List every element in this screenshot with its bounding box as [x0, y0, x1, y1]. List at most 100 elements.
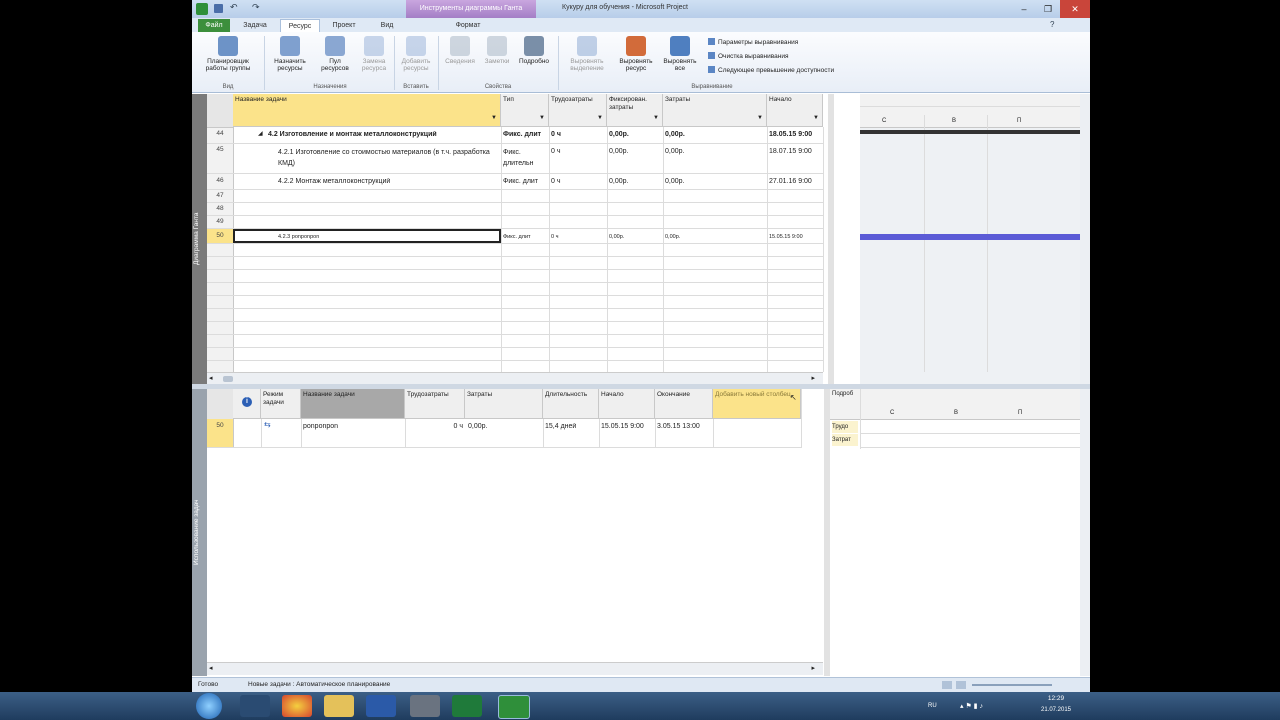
replace-resource-button[interactable]: Замена ресурса: [356, 36, 392, 72]
view-bar-usage[interactable]: Использование задач: [192, 389, 207, 676]
task-bar[interactable]: [860, 234, 1080, 240]
tab-resource[interactable]: Ресурс: [280, 19, 320, 33]
clear-leveling-button[interactable]: Очистка выравнивания: [708, 52, 788, 61]
col-header-start[interactable]: Начало: [599, 389, 655, 419]
task-work-cell[interactable]: 0 ч: [551, 148, 605, 156]
select-all-corner[interactable]: [207, 94, 233, 128]
task-type-cell[interactable]: Фикс. длительн: [503, 147, 547, 169]
redo-icon[interactable]: ↷: [252, 2, 260, 13]
task-start-cell[interactable]: 15.05.15 9:00: [601, 423, 654, 431]
col-header-work[interactable]: Трудозатраты: [405, 389, 465, 419]
task-duration-cell[interactable]: 15,4 дней: [545, 423, 598, 431]
task-start-cell[interactable]: 18.05.15 9:00: [769, 131, 822, 139]
tab-view[interactable]: Вид: [370, 19, 404, 32]
col-header-duration[interactable]: Длительность: [543, 389, 599, 419]
level-resource-button[interactable]: Выровнять ресурс: [614, 36, 658, 72]
leveling-options-button[interactable]: Параметры выравнивания: [708, 38, 798, 47]
col-header-work[interactable]: Трудозатраты ▼: [549, 94, 607, 127]
clock-time[interactable]: 12:29: [1038, 695, 1074, 702]
col-header-indicators[interactable]: i: [233, 389, 261, 419]
start-button[interactable]: [196, 693, 222, 719]
col-header-cost[interactable]: Затраты ▼: [663, 94, 767, 127]
task-fixed-cost-cell[interactable]: 0,00р.: [609, 178, 661, 186]
usage-row-work[interactable]: Трудо: [832, 421, 858, 433]
dropdown-arrow-icon[interactable]: ▼: [653, 114, 659, 122]
details-button[interactable]: Подробно: [516, 36, 552, 65]
taskbar-ie-icon[interactable]: [240, 695, 270, 717]
details-header[interactable]: Подроб: [832, 391, 853, 397]
dropdown-arrow-icon[interactable]: ▼: [491, 114, 497, 122]
vertical-scrollbar[interactable]: [1080, 94, 1090, 384]
gantt-view-icon[interactable]: [942, 681, 952, 689]
tab-task[interactable]: Задача: [236, 19, 274, 32]
task-fixed-cost-cell[interactable]: 0,00р.: [609, 233, 661, 241]
add-resources-button[interactable]: Добавить ресурсы: [398, 36, 434, 72]
team-planner-button[interactable]: Планировщик работы группы: [196, 36, 260, 72]
task-name-cell[interactable]: 4.2.3 ponponpon: [278, 233, 496, 241]
taskbar-explorer-icon[interactable]: [324, 695, 354, 717]
task-name-cell[interactable]: 4.2 Изготовление и монтаж металлоконстру…: [268, 131, 498, 139]
col-header-start[interactable]: Начало ▼: [767, 94, 823, 127]
scroll-thumb[interactable]: [223, 376, 233, 382]
notes-button[interactable]: Заметки: [480, 36, 514, 65]
zoom-slider[interactable]: [972, 684, 1052, 686]
pane-splitter[interactable]: [824, 389, 830, 676]
usage-view-icon[interactable]: [956, 681, 966, 689]
information-button[interactable]: Сведения: [442, 36, 478, 65]
tray-icons[interactable]: ▴ ⚑ ▮ ♪: [960, 702, 983, 710]
dropdown-arrow-icon[interactable]: ▼: [539, 114, 545, 122]
taskbar-word-icon[interactable]: [366, 695, 396, 717]
col-header-add-new-column[interactable]: Добавить новый столбец: [713, 389, 801, 419]
scroll-right-icon[interactable]: ▸: [811, 374, 815, 382]
clock-date[interactable]: 21.07.2015: [1034, 707, 1078, 713]
task-type-cell[interactable]: Фикс. длит: [503, 178, 548, 186]
maximize-icon[interactable]: ❐: [1036, 0, 1060, 18]
task-name-cell[interactable]: 4.2.2 Монтаж металлоконструкций: [278, 178, 498, 186]
view-bar-gantt[interactable]: Диаграмма Ганта: [192, 94, 207, 384]
taskbar-project-icon[interactable]: [498, 695, 530, 719]
row-number[interactable]: 48: [207, 205, 233, 212]
col-header-task-name[interactable]: Название задачи ▼: [233, 94, 501, 127]
task-fixed-cost-cell[interactable]: 0,00р.: [609, 148, 661, 156]
task-work-cell[interactable]: 0 ч: [551, 178, 605, 186]
row-number-selected[interactable]: 50: [207, 229, 233, 243]
task-start-cell[interactable]: 18.07.15 9:00: [769, 148, 822, 156]
dropdown-arrow-icon[interactable]: ▼: [813, 114, 819, 122]
task-finish-cell[interactable]: 3.05.15 13:00: [657, 423, 712, 431]
dropdown-arrow-icon[interactable]: ▼: [757, 114, 763, 122]
task-start-cell[interactable]: 15.05.15 9:00: [769, 233, 822, 241]
task-cost-cell[interactable]: 0,00р.: [665, 233, 765, 241]
task-name-cell[interactable]: ponponpon: [303, 423, 403, 431]
undo-icon[interactable]: ↶: [230, 2, 238, 13]
row-number-selected[interactable]: 50: [207, 419, 234, 447]
usage-row-cost[interactable]: Затрат: [832, 434, 858, 446]
task-type-cell[interactable]: Фикс. длит: [503, 131, 548, 139]
task-cost-cell[interactable]: 0,00р.: [665, 131, 765, 139]
task-cost-cell[interactable]: 0,00р.: [468, 423, 542, 431]
tab-file[interactable]: Файл: [198, 19, 230, 32]
col-header-cost[interactable]: Затраты: [465, 389, 543, 419]
scroll-left-icon[interactable]: ◂: [209, 374, 213, 382]
pane-splitter[interactable]: [828, 94, 834, 384]
select-all-corner[interactable]: [207, 389, 234, 420]
scheduling-mode-status[interactable]: Новые задачи : Автоматическое планирован…: [248, 678, 390, 692]
level-all-button[interactable]: Выровнять все: [660, 36, 700, 72]
row-number[interactable]: 49: [207, 218, 233, 225]
task-work-cell[interactable]: 0 ч: [551, 233, 605, 241]
scroll-right-icon[interactable]: ▸: [811, 664, 815, 672]
row-number[interactable]: 45: [207, 146, 233, 153]
scroll-left-icon[interactable]: ◂: [209, 664, 213, 672]
taskbar-excel-icon[interactable]: [452, 695, 482, 717]
level-selection-button[interactable]: Выровнять выделение: [564, 36, 610, 72]
task-work-cell[interactable]: 0 ч: [551, 131, 605, 139]
collapse-icon[interactable]: ◢: [258, 130, 263, 137]
col-header-task-name[interactable]: Название задачи: [301, 389, 405, 419]
task-name-cell[interactable]: 4.2.1 Изготовление со стоимостью материа…: [278, 147, 498, 169]
task-work-cell[interactable]: 0 ч: [407, 423, 464, 431]
next-overallocation-button[interactable]: Следующее превышение доступности: [708, 66, 834, 75]
vertical-scrollbar[interactable]: [1080, 389, 1090, 676]
dropdown-arrow-icon[interactable]: ▼: [597, 114, 603, 122]
task-cost-cell[interactable]: 0,00р.: [665, 148, 765, 156]
col-header-fixed-cost[interactable]: Фиксирован. затраты ▼: [607, 94, 663, 127]
minimize-icon[interactable]: –: [1012, 0, 1036, 18]
